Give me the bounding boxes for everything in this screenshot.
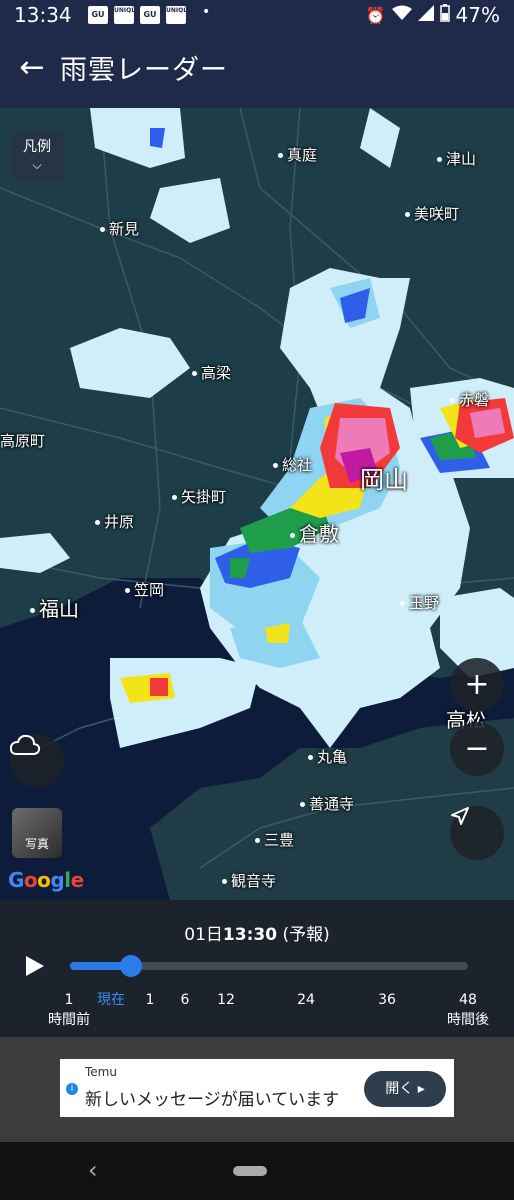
tick-label: 1 時間前 bbox=[48, 990, 90, 1030]
place-label: 笠岡 bbox=[125, 579, 164, 600]
system-nav-bar: ‹ bbox=[0, 1142, 514, 1200]
wifi-icon bbox=[391, 5, 412, 25]
tick-label: 6 bbox=[181, 990, 190, 1010]
more-notifications-dot: • bbox=[202, 4, 211, 20]
place-label: 真庭 bbox=[278, 144, 317, 165]
signal-icon bbox=[417, 5, 434, 25]
weather-layer-button[interactable] bbox=[10, 734, 64, 788]
legend-button[interactable]: 凡例 ⌵ bbox=[10, 130, 64, 182]
play-icon[interactable] bbox=[22, 954, 46, 978]
back-chevron-icon[interactable]: ‹ bbox=[88, 1156, 98, 1184]
place-label: 赤磐 bbox=[450, 389, 489, 410]
ad-banner[interactable]: i Temu 新しいメッセージが届いています 開く ▸ bbox=[60, 1059, 454, 1117]
home-pill[interactable] bbox=[233, 1166, 267, 1176]
place-label: 岡山 bbox=[360, 466, 408, 494]
tick-value: 現在 bbox=[97, 992, 125, 1008]
battery-percent: 47% bbox=[455, 3, 500, 27]
slider-knob[interactable] bbox=[119, 955, 142, 977]
gu-notification-icon: GU bbox=[88, 6, 108, 24]
place-label: 井原 bbox=[95, 511, 134, 532]
tick-label: 1 bbox=[146, 990, 155, 1010]
place-label: 高原町 bbox=[0, 432, 46, 450]
uniqlo-notification-icon: UNIQLO bbox=[166, 6, 192, 24]
rain-cell bbox=[150, 678, 168, 696]
zoom-in-button[interactable]: + bbox=[450, 658, 504, 712]
legend-label: 凡例 bbox=[23, 139, 51, 155]
tick-value: 1 bbox=[145, 992, 155, 1008]
gu-notification-icon: GU bbox=[140, 6, 160, 24]
timeline-panel: 01日13:30 (予報) 1 時間前 現在 1 6 12 24 36 48 時間後 bbox=[0, 900, 514, 1037]
chevron-down-icon: ⌵ bbox=[32, 158, 42, 172]
photo-button[interactable]: 写真 bbox=[12, 808, 62, 858]
place-label: 玉野 bbox=[400, 592, 439, 613]
google-logo: Google bbox=[8, 868, 84, 892]
ad-brand: Temu bbox=[85, 1065, 117, 1079]
tick-label: 36 bbox=[378, 990, 396, 1010]
clock: 13:34 bbox=[14, 3, 72, 27]
tick-value: 1 bbox=[64, 992, 74, 1008]
back-arrow-icon[interactable]: ← bbox=[14, 48, 50, 88]
tick-unit: 時間後 bbox=[447, 1012, 489, 1028]
place-label: 倉敷 bbox=[290, 518, 339, 547]
open-button[interactable]: 開く ▸ bbox=[364, 1071, 446, 1107]
tick-value: 48 bbox=[459, 992, 477, 1008]
rain-radar-map[interactable]: 凡例 ⌵ 真庭 津山 美咲町 新見 高梁 赤磐 高原町 総社 岡山 矢掛町 井原… bbox=[0, 108, 514, 900]
tick-value: 6 bbox=[180, 992, 190, 1008]
battery-icon bbox=[439, 4, 450, 26]
my-location-button[interactable] bbox=[450, 806, 504, 860]
zoom-out-button[interactable]: − bbox=[450, 722, 504, 776]
place-label: 津山 bbox=[437, 148, 476, 169]
alarm-icon: ⏰ bbox=[365, 5, 386, 25]
place-label: 観音寺 bbox=[222, 870, 276, 891]
place-label: 美咲町 bbox=[405, 203, 459, 224]
page-title: 雨雲レーダー bbox=[60, 55, 228, 86]
tick-label: 24 bbox=[297, 990, 315, 1010]
tick-unit: 時間前 bbox=[48, 1012, 90, 1028]
place-label: 三豊 bbox=[255, 829, 294, 850]
info-icon[interactable]: i bbox=[66, 1083, 78, 1095]
tick-label: 12 bbox=[217, 990, 235, 1010]
tick-label: 48 時間後 bbox=[447, 990, 489, 1030]
photo-label: 写真 bbox=[24, 837, 49, 851]
place-label: 総社 bbox=[273, 454, 312, 475]
place-label: 丸亀 bbox=[308, 746, 347, 767]
rain-cell bbox=[470, 408, 505, 438]
place-label: 新見 bbox=[100, 218, 139, 239]
uniqlo-notification-icon: UNIQLO bbox=[114, 6, 140, 24]
place-label: 福山 bbox=[30, 593, 79, 622]
app-bar: ← 雨雲レーダー bbox=[0, 30, 514, 108]
map-canvas bbox=[0, 108, 514, 900]
system-icons: ⏰ 47% bbox=[366, 3, 500, 27]
cloud-icon bbox=[10, 734, 40, 755]
time-slider[interactable] bbox=[70, 955, 468, 977]
place-label: 矢掛町 bbox=[172, 486, 226, 507]
tick-value: 12 bbox=[217, 992, 235, 1008]
navigation-arrow-icon bbox=[451, 807, 469, 825]
tick-label: 現在 bbox=[97, 990, 125, 1010]
timestamp: 01日13:30 (予報) bbox=[184, 925, 330, 945]
status-bar: 13:34 GU UNIQLO GU UNIQLO • ⏰ 47% bbox=[0, 0, 514, 30]
tick-value: 24 bbox=[297, 992, 315, 1008]
place-label: 高梁 bbox=[192, 362, 231, 383]
tick-value: 36 bbox=[378, 992, 396, 1008]
ad-message: 新しいメッセージが届いています bbox=[85, 1090, 340, 1110]
place-label: 善通寺 bbox=[300, 793, 354, 814]
ad-area: i Temu 新しいメッセージが届いています 開く ▸ bbox=[0, 1037, 514, 1142]
